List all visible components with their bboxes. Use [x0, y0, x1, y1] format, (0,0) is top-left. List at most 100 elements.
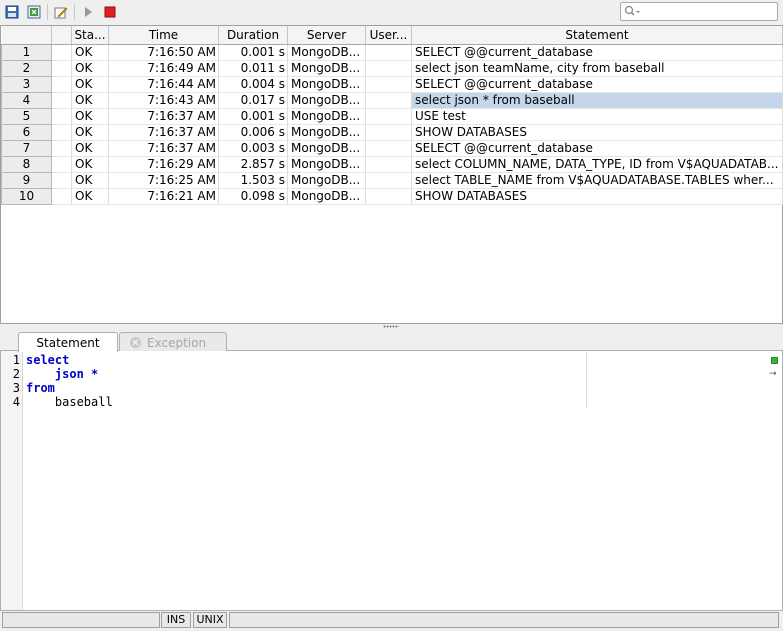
table-row[interactable]: 8 OK 7:16:29 AM 2.857 s MongoDB... select COL…	[1, 155, 783, 173]
server-cell[interactable]: MongoDB...	[287, 92, 366, 109]
statement-cell[interactable]: SELECT @@current_database	[411, 140, 783, 157]
time-cell[interactable]: 7:16:25 AM	[108, 172, 219, 189]
table-row[interactable]: 1 OK 7:16:50 AM 0.001 s MongoDB... SELECT @@c…	[1, 43, 783, 61]
status-cell[interactable]: OK	[71, 60, 109, 77]
column-header-user[interactable]: User...	[365, 26, 412, 45]
row-marker[interactable]	[51, 156, 72, 173]
statement-cell[interactable]: SHOW DATABASES	[411, 188, 783, 205]
statement-cell[interactable]: SHOW DATABASES	[411, 124, 783, 141]
server-cell[interactable]: MongoDB...	[287, 140, 366, 157]
statement-cell[interactable]: select json teamName, city from baseball	[411, 60, 783, 77]
server-cell[interactable]: MongoDB...	[287, 188, 366, 205]
time-cell[interactable]: 7:16:43 AM	[108, 92, 219, 109]
user-cell[interactable]	[365, 140, 412, 157]
duration-cell[interactable]: 0.098 s	[218, 188, 288, 205]
time-cell[interactable]: 7:16:21 AM	[108, 188, 219, 205]
row-marker[interactable]	[51, 44, 72, 61]
statement-cell[interactable]: select COLUMN_NAME, DATA_TYPE, ID from V…	[411, 156, 783, 173]
row-marker[interactable]	[51, 76, 72, 93]
tab-statement[interactable]: Statement	[18, 332, 118, 352]
statement-cell[interactable]: SELECT @@current_database	[411, 44, 783, 61]
table-row[interactable]: 7 OK 7:16:37 AM 0.003 s MongoDB... SELECT @@c…	[1, 139, 783, 157]
table-row[interactable]: 3 OK 7:16:44 AM 0.004 s MongoDB... SELECT @@c…	[1, 75, 783, 93]
status-cell[interactable]: OK	[71, 156, 109, 173]
column-header-statement[interactable]: Statement	[411, 26, 783, 45]
search-input[interactable]	[641, 4, 773, 19]
column-header-rownum[interactable]	[1, 26, 52, 45]
time-cell[interactable]: 7:16:50 AM	[108, 44, 219, 61]
status-cell[interactable]: OK	[71, 172, 109, 189]
status-cell[interactable]: OK	[71, 124, 109, 141]
row-number[interactable]: 1	[1, 43, 52, 61]
row-marker[interactable]	[51, 108, 72, 125]
time-cell[interactable]: 7:16:44 AM	[108, 76, 219, 93]
time-cell[interactable]: 7:16:37 AM	[108, 140, 219, 157]
table-row[interactable]: 5 OK 7:16:37 AM 0.001 s MongoDB... USE test	[1, 107, 783, 125]
column-header-status[interactable]: Sta...	[71, 26, 109, 45]
row-number[interactable]: 4	[1, 91, 52, 109]
duration-cell[interactable]: 0.011 s	[218, 60, 288, 77]
export-icon[interactable]	[25, 3, 43, 21]
server-cell[interactable]: MongoDB...	[287, 76, 366, 93]
status-cell[interactable]: OK	[71, 92, 109, 109]
row-number[interactable]: 2	[1, 59, 52, 77]
user-cell[interactable]	[365, 44, 412, 61]
time-cell[interactable]: 7:16:37 AM	[108, 108, 219, 125]
status-cell[interactable]: OK	[71, 76, 109, 93]
splitter-handle[interactable]	[0, 324, 783, 331]
duration-cell[interactable]: 0.001 s	[218, 44, 288, 61]
row-number[interactable]: 9	[1, 171, 52, 189]
statement-cell[interactable]: select json * from baseball	[411, 92, 783, 109]
table-row[interactable]: 10 OK 7:16:21 AM 0.098 s MongoDB... SHOW DATA…	[1, 187, 783, 205]
user-cell[interactable]	[365, 76, 412, 93]
statement-cell[interactable]: SELECT @@current_database	[411, 76, 783, 93]
statement-cell[interactable]: USE test	[411, 108, 783, 125]
overview-arrow-icon[interactable]: →	[769, 369, 777, 379]
user-cell[interactable]	[365, 60, 412, 77]
user-cell[interactable]	[365, 172, 412, 189]
column-header-marker[interactable]	[51, 26, 72, 45]
status-cell[interactable]: OK	[71, 108, 109, 125]
row-marker[interactable]	[51, 60, 72, 77]
duration-cell[interactable]: 0.001 s	[218, 108, 288, 125]
column-header-time[interactable]: Time	[108, 26, 219, 45]
user-cell[interactable]	[365, 124, 412, 141]
row-number[interactable]: 7	[1, 139, 52, 157]
server-cell[interactable]: MongoDB...	[287, 124, 366, 141]
row-number[interactable]: 8	[1, 155, 52, 173]
server-cell[interactable]: MongoDB...	[287, 44, 366, 61]
table-row[interactable]: 6 OK 7:16:37 AM 0.006 s MongoDB... SHOW DATAB…	[1, 123, 783, 141]
column-header-duration[interactable]: Duration	[218, 26, 288, 45]
status-cell[interactable]: OK	[71, 140, 109, 157]
row-number[interactable]: 6	[1, 123, 52, 141]
user-cell[interactable]	[365, 156, 412, 173]
duration-cell[interactable]: 2.857 s	[218, 156, 288, 173]
server-cell[interactable]: MongoDB...	[287, 172, 366, 189]
tab-exception[interactable]: Exception	[119, 332, 227, 352]
status-cell[interactable]: OK	[71, 188, 109, 205]
column-header-server[interactable]: Server	[287, 26, 366, 45]
time-cell[interactable]: 7:16:49 AM	[108, 60, 219, 77]
user-cell[interactable]	[365, 92, 412, 109]
duration-cell[interactable]: 0.017 s	[218, 92, 288, 109]
duration-cell[interactable]: 0.004 s	[218, 76, 288, 93]
row-marker[interactable]	[51, 124, 72, 141]
user-cell[interactable]	[365, 108, 412, 125]
row-number[interactable]: 3	[1, 75, 52, 93]
statement-editor[interactable]: 1 2 3 4 select json * from baseball →	[0, 351, 783, 611]
row-number[interactable]: 5	[1, 107, 52, 125]
duration-cell[interactable]: 0.003 s	[218, 140, 288, 157]
time-cell[interactable]: 7:16:29 AM	[108, 156, 219, 173]
code-area[interactable]: select json * from baseball	[26, 353, 113, 409]
table-row[interactable]: 4 OK 7:16:43 AM 0.017 s MongoDB... select jso…	[1, 91, 783, 109]
server-cell[interactable]: MongoDB...	[287, 60, 366, 77]
time-cell[interactable]: 7:16:37 AM	[108, 124, 219, 141]
row-marker[interactable]	[51, 92, 72, 109]
row-marker[interactable]	[51, 188, 72, 205]
row-marker[interactable]	[51, 140, 72, 157]
duration-cell[interactable]: 1.503 s	[218, 172, 288, 189]
stop-icon[interactable]	[101, 3, 119, 21]
user-cell[interactable]	[365, 188, 412, 205]
row-number[interactable]: 10	[1, 187, 52, 205]
server-cell[interactable]: MongoDB...	[287, 156, 366, 173]
